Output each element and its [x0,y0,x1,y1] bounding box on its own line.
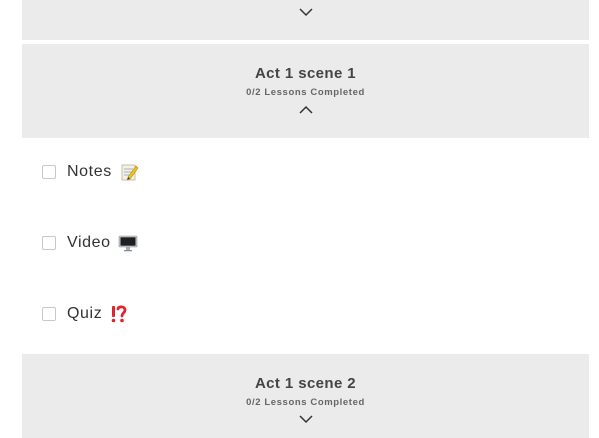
lesson-item-notes[interactable]: Notes [42,160,139,184]
course-outline: Act 1 scene 1 0/2 Lessons Completed Note… [0,0,599,438]
lesson-checkbox[interactable] [42,236,56,250]
chevron-up-icon[interactable] [298,105,314,115]
collapsed-section-header[interactable] [22,0,589,40]
section-title: Act 1 scene 2 [254,375,357,392]
section-progress: 0/2 Lessons Completed [246,87,365,98]
section-progress: 0/2 Lessons Completed [246,397,365,408]
lesson-label: Video [67,234,111,251]
desktop-computer-icon [118,233,138,253]
lesson-label: Notes [67,163,112,180]
lesson-label: Quiz [67,305,103,322]
lesson-item-video[interactable]: Video [42,231,138,255]
chevron-down-icon[interactable] [298,414,314,424]
memo-icon [119,162,139,182]
chevron-down-icon[interactable] [298,7,314,17]
lesson-checkbox[interactable] [42,165,56,179]
lesson-checkbox[interactable] [42,307,56,321]
lesson-item-quiz[interactable]: Quiz [42,302,129,326]
section-header-act1-scene2[interactable]: Act 1 scene 2 0/2 Lessons Completed [22,354,589,438]
section-title: Act 1 scene 1 [254,65,357,82]
interrobang-icon [109,304,129,324]
section-header-act1-scene1[interactable]: Act 1 scene 1 0/2 Lessons Completed [22,44,589,138]
